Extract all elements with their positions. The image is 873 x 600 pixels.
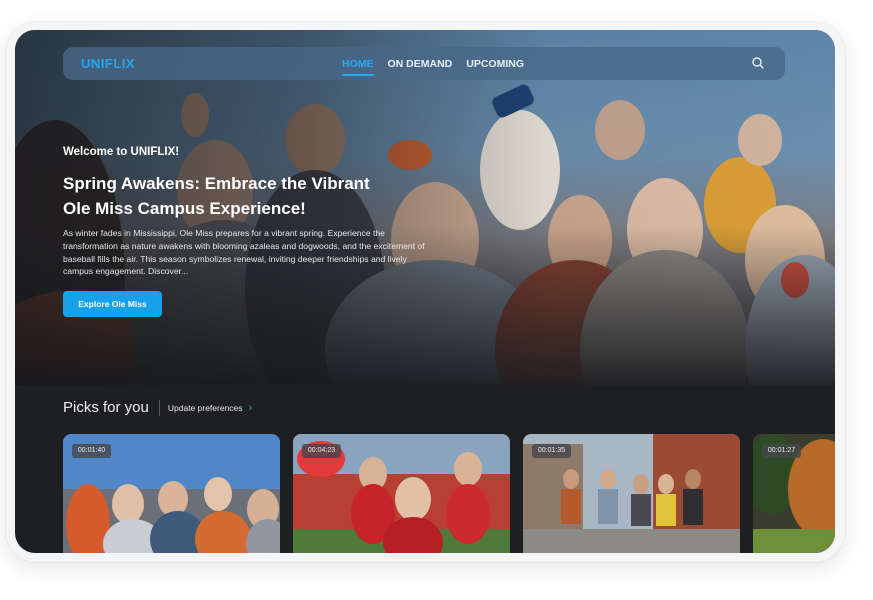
- search-icon[interactable]: [751, 56, 765, 70]
- app-screen: UNIFLIX HOME ON DEMAND UPCOMING Welcome …: [15, 30, 835, 553]
- duration-badge: 00:01:35: [532, 444, 571, 458]
- nav-links: HOME ON DEMAND UPCOMING: [342, 58, 524, 76]
- explore-ole-miss-button[interactable]: Explore Ole Miss: [63, 291, 162, 317]
- hero-title-line-1: Spring Awakens: Embrace the Vibrant: [63, 174, 370, 193]
- hero-banner: UNIFLIX HOME ON DEMAND UPCOMING Welcome …: [15, 30, 835, 385]
- hero-text-block: Welcome to UNIFLIX! Spring Awakens: Embr…: [63, 146, 428, 278]
- header-divider: [158, 399, 160, 416]
- video-card[interactable]: 00:01:35: [523, 434, 740, 553]
- video-card[interactable]: 00:01:40: [63, 434, 280, 553]
- nav-home[interactable]: HOME: [342, 58, 374, 76]
- picks-header: Picks for you Update preferences ›: [63, 399, 252, 416]
- chevron-right-icon: ›: [248, 401, 253, 414]
- hero-title-line-2: Ole Miss Campus Experience!: [63, 199, 306, 218]
- top-navbar: UNIFLIX HOME ON DEMAND UPCOMING: [63, 47, 785, 80]
- duration-badge: 00:04:23: [302, 444, 341, 458]
- duration-badge: 00:01:40: [72, 444, 111, 458]
- hero-title: Spring Awakens: Embrace the Vibrant Ole …: [63, 171, 428, 221]
- nav-on-demand[interactable]: ON DEMAND: [388, 58, 453, 70]
- hero-description: As winter fades in Mississippi, Ole Miss…: [63, 228, 425, 277]
- nav-upcoming[interactable]: UPCOMING: [466, 58, 524, 70]
- uniflix-logo[interactable]: UNIFLIX: [81, 56, 135, 71]
- video-card[interactable]: 00:04:23: [293, 434, 510, 553]
- welcome-text: Welcome to UNIFLIX!: [63, 146, 180, 158]
- duration-badge: 00:01:27: [762, 444, 801, 458]
- update-preferences-label: Update preferences: [167, 402, 243, 413]
- update-preferences-link[interactable]: Update preferences ›: [168, 402, 252, 414]
- video-card[interactable]: 00:01:27: [753, 434, 835, 553]
- picks-title: Picks for you: [63, 399, 149, 416]
